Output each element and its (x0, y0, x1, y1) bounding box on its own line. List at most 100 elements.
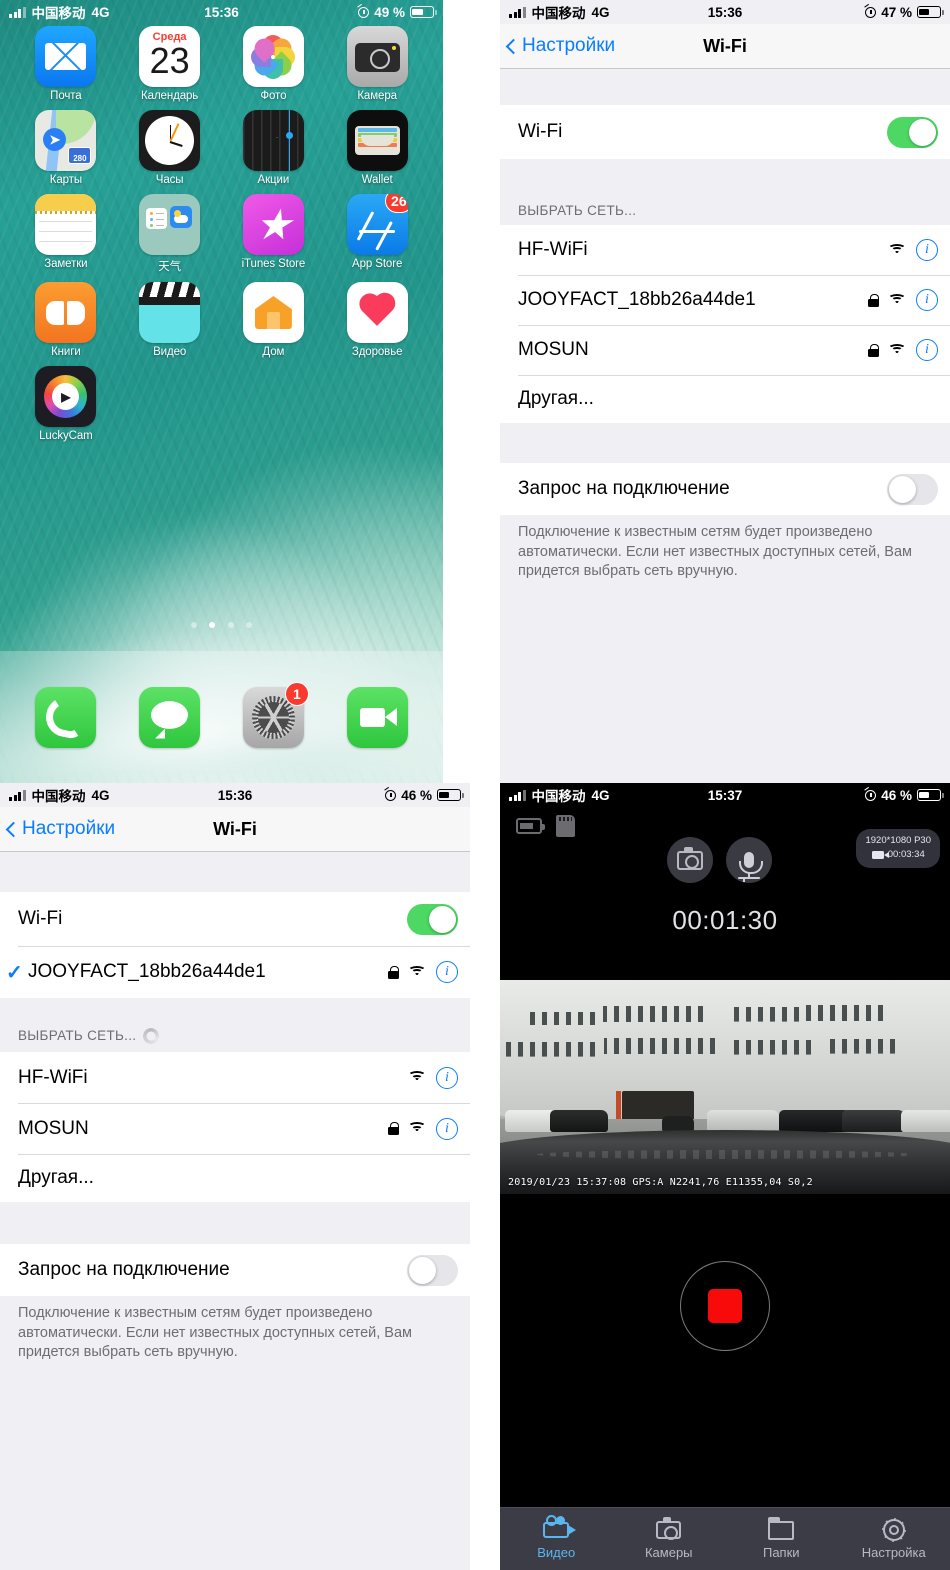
back-button[interactable]: Настройки (500, 35, 615, 57)
app-label: Видео (153, 346, 187, 358)
page-dot-active[interactable] (209, 622, 216, 628)
network-info-button[interactable]: i (916, 239, 938, 261)
app-icon-wallet[interactable]: Wallet (325, 110, 429, 186)
lock-icon (868, 343, 879, 357)
wifi-signal-icon (888, 343, 906, 357)
other-network-row[interactable]: Другая... (500, 375, 950, 423)
folder-icon (768, 1516, 795, 1542)
app-icon-luckycam[interactable]: ▶ LuckyCam (14, 366, 118, 442)
iphone-home-screen: 中国移动 4G 15:36 49 % Почта Среда 23 Календ… (0, 0, 443, 783)
snapshot-button[interactable] (667, 837, 713, 883)
app-label: Акции (257, 174, 290, 186)
wifi-signal-icon (888, 293, 906, 307)
microphone-button[interactable] (726, 837, 772, 883)
app-icon-weather[interactable]: 天气 (118, 194, 222, 274)
network-row-mosun[interactable]: MOSUN i (500, 325, 950, 375)
tab-video[interactable]: Видео (500, 1508, 613, 1570)
wifi-toggle-switch[interactable] (407, 903, 458, 935)
ask-to-join-row[interactable]: Запрос на подключение (500, 463, 950, 515)
wifi-signal-icon (408, 965, 426, 979)
network-info-button[interactable]: i (916, 339, 938, 361)
parked-cars (500, 1102, 950, 1132)
app-icon-health[interactable]: Здоровье (325, 282, 429, 358)
other-network-row[interactable]: Другая... (0, 1154, 470, 1202)
checkmark-icon: ✓ (6, 961, 23, 984)
tab-settings[interactable]: Настройка (838, 1508, 950, 1570)
stop-record-button[interactable] (680, 1261, 770, 1351)
status-bar: 中国移动 4G 15:37 46 % (500, 783, 950, 807)
network-info-button[interactable]: i (436, 1066, 458, 1089)
videos-icon (139, 282, 201, 343)
ask-to-join-label: Запрос на подключение (18, 1259, 230, 1280)
network-ssid: MOSUN (18, 1117, 89, 1139)
app-icon-clock[interactable]: Часы (118, 110, 222, 186)
app-icon-stocks[interactable]: Акции (222, 110, 326, 186)
network-row-mosun[interactable]: MOSUN i (0, 1103, 470, 1154)
camera-preview[interactable]: 2019/01/23 15:37:08 GPS:A N2241,76 E1135… (500, 958, 950, 1220)
app-icon-mail[interactable]: Почта (14, 26, 118, 102)
ask-to-join-label: Запрос на подключение (518, 478, 730, 499)
wifi-toggle-row[interactable]: Wi-Fi (500, 105, 950, 159)
app-label: Дом (262, 346, 285, 358)
app-icon-app-store[interactable]: 26 App Store (325, 194, 429, 274)
app-icon-maps[interactable]: ➤ 280 Карты (14, 110, 118, 186)
tab-folders[interactable]: Папки (725, 1508, 838, 1570)
back-button-label: Настройки (522, 35, 616, 56)
car (549, 1110, 608, 1132)
page-indicator[interactable] (0, 615, 443, 633)
network-info-button[interactable]: i (916, 289, 938, 311)
wifi-toggle-switch[interactable] (887, 116, 938, 148)
connected-network-row[interactable]: ✓ JOOYFACT_18bb26a44de1 i (0, 946, 470, 998)
ask-to-join-row[interactable]: Запрос на подключение (0, 1244, 470, 1296)
other-network-label: Другая... (18, 1167, 94, 1188)
section-gap (0, 852, 470, 892)
messages-icon[interactable] (139, 686, 201, 748)
section-gap (500, 159, 950, 201)
network-row-hf-wifi[interactable]: HF-WiFi i (500, 225, 950, 275)
dashcam-app-panel: 中国移动 4G 15:37 46 % 1920*1080 P30 00:03:3… (500, 783, 950, 1570)
app-label: Почта (50, 90, 82, 102)
app-icon-books[interactable]: Книги (14, 282, 118, 358)
app-label: Wallet (361, 174, 393, 186)
alarm-icon (865, 789, 877, 801)
app-icon-camera[interactable]: Камера (325, 26, 429, 102)
badge-count: 1 (284, 681, 309, 706)
bottom-tab-bar: Видео Камеры Папки Настройка (500, 1507, 950, 1570)
app-icon-itunes-store[interactable]: ★ iTunes Store (222, 194, 326, 274)
tab-cameras[interactable]: Камеры (613, 1508, 726, 1570)
lock-icon (388, 965, 399, 979)
tab-label: Папки (762, 1545, 800, 1560)
ask-to-join-switch[interactable] (407, 1254, 458, 1286)
back-button[interactable]: Настройки (0, 818, 115, 840)
app-icon-calendar[interactable]: Среда 23 Календарь (118, 26, 222, 102)
network-row-hf-wifi[interactable]: HF-WiFi i (0, 1052, 470, 1103)
app-icon-home-app[interactable]: Дом (222, 282, 326, 358)
app-label: 天气 (158, 261, 182, 273)
wifi-toggle-label: Wi-Fi (518, 121, 563, 142)
network-info-button[interactable]: i (436, 961, 458, 983)
settings-gear-icon[interactable]: 1 (242, 681, 309, 748)
network-row-jooyfact[interactable]: JOOYFACT_18bb26a44de1 i (500, 275, 950, 325)
app-icon-notes[interactable]: Заметки (14, 194, 118, 274)
phone-icon[interactable] (35, 686, 97, 748)
app-label: Заметки (44, 258, 88, 270)
section-gap (0, 1202, 470, 1244)
wifi-signal-icon (888, 243, 906, 257)
app-store-icon: 26 (346, 194, 408, 255)
choose-network-header: ВЫБРАТЬ СЕТЬ... (0, 1024, 470, 1052)
wifi-toggle-row[interactable]: Wi-Fi (0, 892, 470, 946)
page-dot[interactable] (246, 622, 253, 628)
app-icon-photos[interactable]: Фото (222, 26, 326, 102)
network-info-button[interactable]: i (436, 1117, 458, 1140)
page-dot[interactable] (190, 622, 197, 628)
app-label: iTunes Store (241, 258, 306, 270)
battery-icon (917, 6, 944, 18)
wifi-signal-icon (408, 1122, 426, 1135)
app-icon-videos[interactable]: Видео (118, 282, 222, 358)
facetime-icon[interactable] (346, 686, 408, 748)
choose-network-label: ВЫБРАТЬ СЕТЬ... (518, 203, 637, 218)
ask-to-join-switch[interactable] (887, 473, 938, 505)
camera-icon (346, 26, 408, 87)
wifi-settings-panel-a: 中国移动 4G 15:36 47 % Настройки Wi-Fi Wi-Fi (500, 0, 950, 783)
page-dot[interactable] (227, 622, 234, 628)
